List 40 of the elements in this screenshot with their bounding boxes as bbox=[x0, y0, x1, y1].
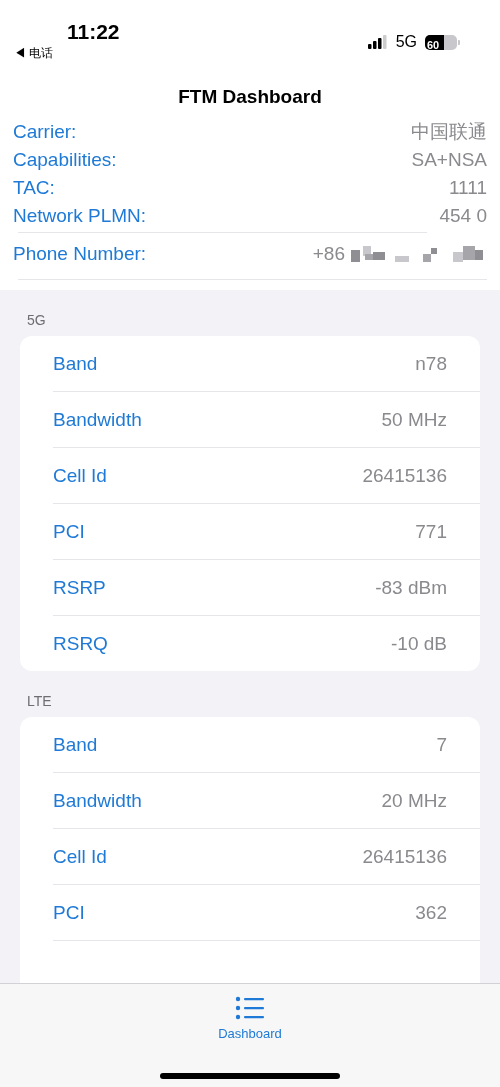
page-title: FTM Dashboard bbox=[0, 70, 500, 118]
row-value: 26415136 bbox=[362, 845, 447, 868]
row-label: Bandwidth bbox=[53, 408, 142, 431]
row-label: PCI bbox=[53, 901, 85, 924]
list-icon bbox=[235, 996, 265, 1020]
row-label: PCI bbox=[53, 520, 85, 543]
info-label: Carrier: bbox=[13, 121, 77, 143]
back-to-app-link[interactable]: ◀ 电话 bbox=[14, 45, 120, 62]
network-type: 5G bbox=[395, 33, 417, 51]
info-label: TAC: bbox=[13, 177, 55, 199]
section-header: LTE bbox=[26, 692, 53, 711]
row-value: 50 MHz bbox=[381, 408, 447, 431]
row-value: 7 bbox=[436, 733, 447, 756]
info-value: 中国联通 bbox=[411, 120, 487, 144]
row-label: Bandwidth bbox=[53, 789, 142, 812]
row-value: 771 bbox=[415, 520, 447, 543]
row-label: Band bbox=[53, 352, 98, 375]
row-value: 362 bbox=[415, 901, 447, 924]
battery-percent: 60 bbox=[426, 37, 440, 50]
row-label: Cell Id bbox=[53, 845, 107, 868]
info-value: 1111 bbox=[448, 177, 487, 199]
row-label: Band bbox=[53, 733, 98, 756]
info-value: 454 0 bbox=[439, 205, 487, 227]
info-value: SA+NSA bbox=[411, 149, 487, 171]
status-time: 11:22 bbox=[67, 20, 120, 44]
info-label: Network PLMN: bbox=[13, 205, 147, 227]
row-value: 20 MHz bbox=[381, 789, 447, 812]
row-label: Cell Id bbox=[53, 464, 107, 487]
row-label: RSRQ bbox=[53, 632, 108, 655]
row-label: RSRP bbox=[53, 576, 106, 599]
row-value: 26415136 bbox=[362, 464, 447, 487]
tab-item[interactable]: Dashboard bbox=[218, 984, 282, 1041]
row-value: -10 dB bbox=[391, 632, 447, 655]
row-value: n78 bbox=[415, 352, 447, 375]
info-label: Capabilities: bbox=[13, 149, 117, 171]
info-value: +86 bbox=[312, 243, 345, 265]
section-header: 5G bbox=[26, 311, 47, 330]
row-value: -83 dBm bbox=[375, 576, 447, 599]
info-label: Phone Number: bbox=[13, 243, 147, 265]
signal-icon bbox=[367, 35, 388, 49]
